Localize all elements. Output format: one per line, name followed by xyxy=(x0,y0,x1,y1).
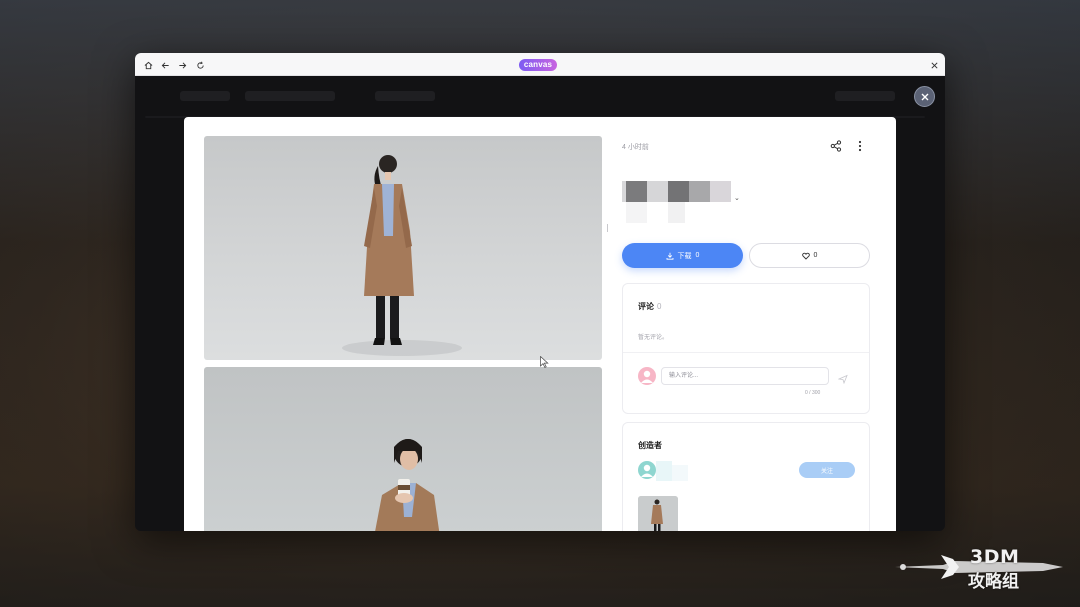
home-icon[interactable] xyxy=(141,58,155,72)
download-button[interactable]: 下载 0 xyxy=(622,243,743,268)
current-user-avatar xyxy=(638,367,656,385)
close-modal-button[interactable] xyxy=(914,86,935,107)
creator-section: 创造者 关注 xyxy=(622,422,870,531)
download-count: 0 xyxy=(695,252,700,259)
mouse-cursor-icon xyxy=(540,356,549,368)
creator-avatar[interactable] xyxy=(638,461,656,479)
pixelated-creator-name xyxy=(656,461,672,481)
back-arrow-icon[interactable] xyxy=(158,58,172,72)
user-avatar-icon xyxy=(641,370,653,383)
comments-count: 0 xyxy=(657,302,662,311)
forward-arrow-icon[interactable] xyxy=(175,58,189,72)
download-label: 下载 xyxy=(677,252,692,260)
brand-logo: canvas xyxy=(519,59,557,71)
title-bar: canvas xyxy=(135,53,945,76)
like-count: 0 xyxy=(813,252,818,259)
comments-heading: 评论 0 xyxy=(638,302,662,311)
creator-heading: 创造者 xyxy=(638,441,662,450)
like-button[interactable]: 0 xyxy=(749,243,870,268)
upload-time: 4 小时前 xyxy=(622,144,649,151)
more-vertical-icon xyxy=(858,140,862,152)
share-icon xyxy=(830,140,842,152)
comments-section: 评论0 暂无评论。 0 / 300 xyxy=(622,283,870,414)
comment-char-count: 0 / 300 xyxy=(805,390,821,396)
user-avatar-icon xyxy=(641,464,653,477)
send-icon xyxy=(837,374,848,385)
no-comments-text: 暂无评论。 xyxy=(638,335,669,341)
share-button[interactable] xyxy=(828,138,844,154)
close-icon xyxy=(921,93,928,100)
heart-icon xyxy=(801,252,810,260)
download-icon xyxy=(666,252,673,260)
watermark-line2: 攻略组 xyxy=(968,572,1019,592)
close-icon[interactable] xyxy=(927,58,941,72)
creator-work-thumbnail[interactable] xyxy=(638,496,678,531)
more-options-button[interactable] xyxy=(852,138,868,154)
chevron-down-icon: ⌄ xyxy=(734,195,740,202)
comment-input[interactable] xyxy=(661,367,829,385)
divider xyxy=(623,352,869,353)
send-comment-button[interactable] xyxy=(837,371,848,385)
preview-image-full-body[interactable] xyxy=(204,136,602,360)
detail-side-panel: 4 小时前 ⌄ 下载 0 0 评论 0 暂无评论。 输入评论... 0 / 30… xyxy=(607,117,872,531)
preview-image-half-body[interactable] xyxy=(204,367,602,531)
refresh-icon[interactable] xyxy=(193,58,207,72)
watermark-line1: 3DM xyxy=(970,546,1020,568)
asset-detail-modal: 4 小时前 ⌄ 下载 0 0 评论 0 暂无评论。 输入评论... 0 / 30… xyxy=(184,117,896,531)
follow-button[interactable]: 关注 xyxy=(799,462,855,478)
